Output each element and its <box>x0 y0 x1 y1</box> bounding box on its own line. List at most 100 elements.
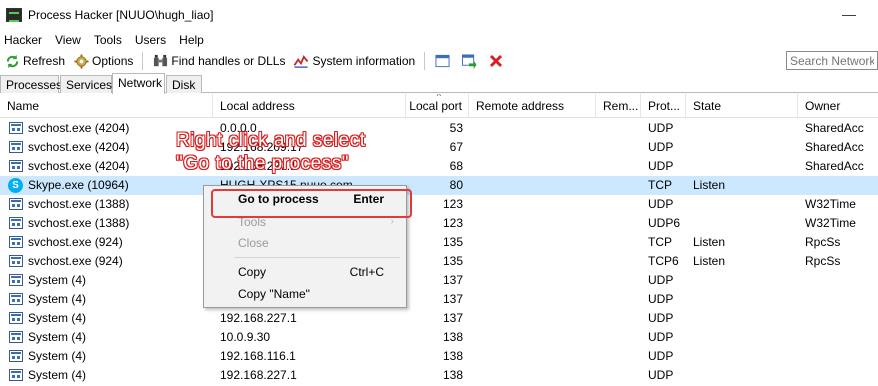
toolbar-separator <box>142 52 144 70</box>
cell-state <box>686 138 798 157</box>
cell-protocol: UDP <box>648 159 674 173</box>
window-icon <box>434 53 450 69</box>
menu-view[interactable]: View <box>55 33 81 47</box>
column-owner[interactable]: Owner <box>798 94 878 118</box>
menu-users[interactable]: Users <box>135 33 166 47</box>
process-name: System (4) <box>28 349 87 363</box>
process-window-icon <box>9 236 23 248</box>
toolbar: Refresh Options Find handles or DLLs Sys… <box>0 50 878 72</box>
process-window-icon <box>9 274 23 286</box>
process-window-icon <box>9 255 23 267</box>
cell-owner <box>798 271 878 290</box>
cell-state <box>686 157 798 176</box>
system-info-icon <box>293 53 309 69</box>
column-remote-port[interactable]: Rem... <box>596 94 641 118</box>
cell-name: System (4) <box>0 290 213 309</box>
column-protocol[interactable]: Prot... <box>641 94 686 118</box>
table-row[interactable]: SSkype.exe (10964)HUGH-XPS15.nuuo.com80T… <box>0 176 878 195</box>
cell-owner <box>798 328 878 347</box>
cell-protocol: UDP <box>648 311 674 325</box>
menu-copy-name[interactable]: Copy "Name" <box>204 284 406 304</box>
table-row[interactable]: svchost.exe (924) 135 TCP Listen RpcSs <box>0 233 878 252</box>
menu-tools[interactable]: Tools <box>94 33 122 47</box>
process-name: svchost.exe (4204) <box>28 121 130 135</box>
table-row[interactable]: svchost.exe (4204) 192.168.209.17 67 UDP Sha… <box>0 138 878 157</box>
cell-protocol: UDP <box>648 292 674 306</box>
cell-state: Listen <box>693 178 726 192</box>
table-row[interactable]: svchost.exe (4204) 0.0.0.0 53 UDP SharedAcc <box>0 119 878 138</box>
menu-help[interactable]: Help <box>179 33 204 47</box>
table-row[interactable]: System (4) 137 UDP <box>0 290 878 309</box>
table-row[interactable]: System (4) 192.168.227.1 137 UDP <box>0 309 878 328</box>
table-row[interactable]: System (4) 137 UDP <box>0 271 878 290</box>
search-input[interactable] <box>786 51 878 70</box>
cell-state <box>686 328 798 347</box>
highlight-box <box>211 189 412 218</box>
column-state[interactable]: State <box>686 94 798 118</box>
menu-hacker[interactable]: Hacker <box>4 33 42 47</box>
options-button[interactable]: Options <box>73 53 133 69</box>
minimize-button[interactable]: — <box>842 6 856 22</box>
options-gear-icon <box>73 53 89 69</box>
system-info-label: System information <box>312 54 416 68</box>
process-window-icon <box>9 141 23 153</box>
tab-network[interactable]: Network <box>112 73 165 94</box>
tab-disk[interactable]: Disk <box>166 75 202 93</box>
cell-owner: SharedAcc <box>805 121 864 135</box>
column-name[interactable]: Name <box>0 94 213 118</box>
column-local-address[interactable]: Local address <box>213 94 406 118</box>
cell-owner: SharedAcc <box>805 140 864 154</box>
table-row[interactable]: svchost.exe (924) 135 TCP6 Listen RpcSs <box>0 252 878 271</box>
find-handles-button[interactable]: Find handles or DLLs <box>152 53 285 69</box>
cell-local-port: 80 <box>449 178 463 192</box>
cell-name: System (4) <box>0 271 213 290</box>
cell-local-port: 138 <box>442 368 463 382</box>
system-information-button[interactable]: System information <box>293 53 415 69</box>
process-name: Skype.exe (10964) <box>28 178 129 192</box>
process-window-icon <box>9 217 23 229</box>
cell-owner: W32Time <box>805 197 856 211</box>
process-name: System (4) <box>28 368 87 382</box>
column-remote-address[interactable]: Remote address <box>469 94 596 118</box>
go-to-button[interactable] <box>461 53 480 69</box>
cell-state <box>686 309 798 328</box>
menu-copy[interactable]: Copy Ctrl+C <box>204 262 406 282</box>
tab-strip: Processes Services Network Disk <box>0 73 878 94</box>
tab-services[interactable]: Services <box>60 75 112 93</box>
tab-processes[interactable]: Processes <box>0 75 62 93</box>
column-local-port[interactable]: ^ Local port <box>406 94 469 118</box>
table-row[interactable]: svchost.exe (1388) 123 UDP W32Time <box>0 195 878 214</box>
cell-owner <box>798 176 878 195</box>
cell-state <box>686 290 798 309</box>
table-row[interactable]: System (4) 192.168.227.1 138 UDP <box>0 366 878 385</box>
terminate-button[interactable] <box>488 53 507 69</box>
find-handles-icon <box>152 53 168 69</box>
cell-state: Listen <box>693 254 726 268</box>
menu-close[interactable]: Close <box>204 233 406 253</box>
process-window-icon <box>9 160 23 172</box>
table-header: Name Local address ^ Local port Remote ad… <box>0 94 878 118</box>
process-name: svchost.exe (1388) <box>28 197 130 211</box>
window-button[interactable] <box>434 53 453 69</box>
process-window-icon <box>9 350 23 362</box>
window-title: Process Hacker [NUUO\hugh_liao] <box>28 8 214 22</box>
cell-local-port: 137 <box>442 292 463 306</box>
table-row[interactable]: svchost.exe (4204) 192.168.227.1 68 UDP Shar… <box>0 157 878 176</box>
cell-local-address: 192.168.227.1 <box>220 311 297 325</box>
cell-name: svchost.exe (1388) <box>0 214 213 233</box>
cell-protocol: UDP <box>648 368 674 382</box>
title-bar: Process Hacker [NUUO\hugh_liao] — <box>0 0 878 30</box>
table-row[interactable]: svchost.exe (1388) 123 UDP6 W32Time <box>0 214 878 233</box>
process-window-icon <box>9 293 23 305</box>
copy-shortcut: Ctrl+C <box>349 265 384 279</box>
cell-local-port: 123 <box>442 197 463 211</box>
process-name: System (4) <box>28 311 87 325</box>
cell-local-address: 192.168.227.1 <box>220 368 297 382</box>
refresh-button[interactable]: Refresh <box>4 53 65 69</box>
cell-local-port: 137 <box>442 311 463 325</box>
cell-protocol: UDP <box>648 140 674 154</box>
table-row[interactable]: System (4) 192.168.116.1 138 UDP <box>0 347 878 366</box>
menu-bar: Hacker View Tools Users Help <box>0 30 878 50</box>
table-row[interactable]: System (4) 10.0.9.30 138 UDP <box>0 328 878 347</box>
column-local-port-label: Local port <box>409 99 462 113</box>
